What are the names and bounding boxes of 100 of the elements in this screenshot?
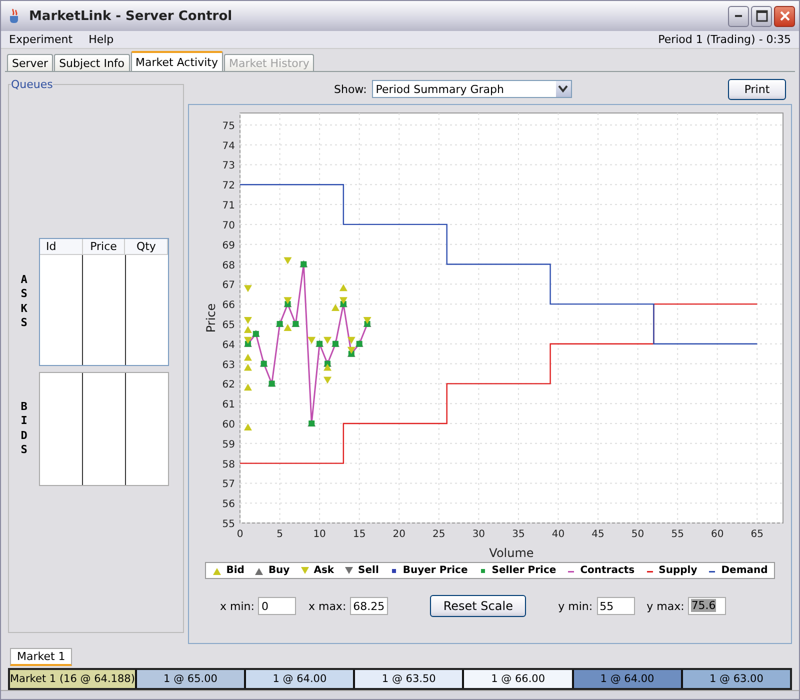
x-tick-label: 55 [670,529,684,540]
x-max-label: x max: [308,600,346,612]
minimize-icon [735,15,742,17]
legend-label: Sell [358,565,379,576]
triangle-marker [323,364,332,371]
trade-cell: 1 @ 66.00 [464,670,574,688]
y-max-field[interactable]: 75.6 [688,597,726,615]
y-tick-label: 56 [222,499,234,510]
trade-cell: 1 @ 65.00 [136,670,246,688]
legend-label: Bid [226,565,244,576]
y-tick-label: 74 [222,140,234,152]
trade-cell: 1 @ 64.00 [574,670,683,688]
y-tick-label: 61 [222,400,234,411]
legend-label: Seller Price [492,565,556,576]
trade-cell: 1 @ 64.00 [246,670,356,688]
y-tick-label: 65 [222,320,234,331]
close-button[interactable] [774,6,795,26]
x-tick-label: 60 [710,529,724,540]
legend-label: Demand [721,565,768,576]
minimize-button[interactable] [728,6,749,26]
y-tick-label: 69 [222,240,234,252]
y-tick-label: 57 [222,479,234,490]
y-tick-label: 70 [222,220,234,232]
triangle-marker [243,317,252,324]
triangle-marker [283,297,292,304]
x-tick-label: 15 [352,529,366,540]
triangle-marker [346,336,355,344]
x-tick-label: 45 [591,529,604,540]
x-tick-label: 25 [432,529,445,540]
x-max-field[interactable]: 68.25 [350,597,388,615]
x-tick-label: 5 [276,529,282,540]
triangle-marker [362,317,371,324]
show-label: Show: [334,82,367,96]
print-button[interactable]: Print [728,78,786,100]
y-tick-label: 67 [222,280,234,292]
y-axis-title: Price [204,303,218,333]
triangle-marker [243,285,252,292]
triangle-marker [283,257,292,264]
triangle-marker [243,364,252,371]
column-header[interactable]: Price [82,238,126,254]
y-min-field[interactable]: 55 [596,597,635,615]
y-tick-label: 72 [222,180,234,192]
legend-label: Buyer Price [402,565,468,576]
market-tab[interactable]: Market 1 [10,648,72,666]
legend-label: Buy [268,565,290,576]
y-tick-label: 59 [222,439,234,450]
x-tick-label: 35 [512,529,524,540]
y-min-label: y min: [558,600,593,612]
triangle-marker [243,423,252,430]
queues-title: Queues [11,78,53,91]
triangle-marker [323,336,332,344]
tab[interactable]: Market Activity [130,51,223,71]
y-tick-label: 64 [222,340,234,351]
triangle-marker [338,284,347,292]
maximize-button[interactable] [751,6,772,26]
bids-label: BIDS [20,400,28,458]
x-tick-label: 65 [750,529,763,540]
legend-label: Contracts [580,565,635,576]
legend-label: Supply [658,565,698,576]
y-tick-label: 75 [222,120,234,132]
menu-item[interactable]: Experiment [9,33,73,46]
triangle-marker [323,376,332,384]
y-tick-label: 68 [222,260,234,272]
triangle-marker [243,354,252,361]
menu-item[interactable]: Help [88,33,114,46]
column-header[interactable]: Qty [125,238,168,254]
tab[interactable]: Subject Info [54,54,130,71]
x-min-field[interactable]: 0 [258,597,296,615]
column-header[interactable]: Id [40,238,83,254]
tab[interactable]: Server [7,54,54,71]
y-tick-label: 71 [222,200,234,212]
x-tick-label: 10 [312,529,326,540]
graph-dropdown[interactable]: Period Summary Graph [372,80,572,98]
market-summary-cell: Market 1 (16 @ 64.188) [10,670,137,688]
y-tick-label: 58 [222,459,234,470]
triangle-marker [307,336,316,344]
window-title: MarketLink - Server Control [29,8,232,24]
triangle-marker [283,324,292,331]
x-tick-label: 0 [236,529,243,540]
reset-scale-button[interactable]: Reset Scale [430,595,526,617]
x-min-label: x min: [220,600,254,612]
x-tick-label: 50 [630,529,644,540]
triangle-marker [243,336,252,344]
chevron-down-icon [558,85,568,93]
y-tick-label: 62 [222,380,234,391]
y-tick-label: 66 [222,300,234,312]
x-tick-label: 40 [551,529,564,540]
y-tick-label: 55 [222,519,234,530]
trade-cell: 1 @ 63.50 [355,670,464,688]
x-tick-label: 30 [472,529,485,540]
x-tick-label: 20 [392,529,405,540]
y-tick-label: 60 [222,419,234,430]
legend-label: Ask [314,565,334,576]
close-icon [778,10,790,22]
maximize-icon [756,10,768,22]
period-status: Period 1 (Trading) - 0:35 [658,33,791,46]
x-axis-title: Volume [488,546,534,560]
y-max-label: y max: [646,600,684,612]
y-tick-label: 73 [222,160,234,172]
triangle-marker [346,346,355,354]
